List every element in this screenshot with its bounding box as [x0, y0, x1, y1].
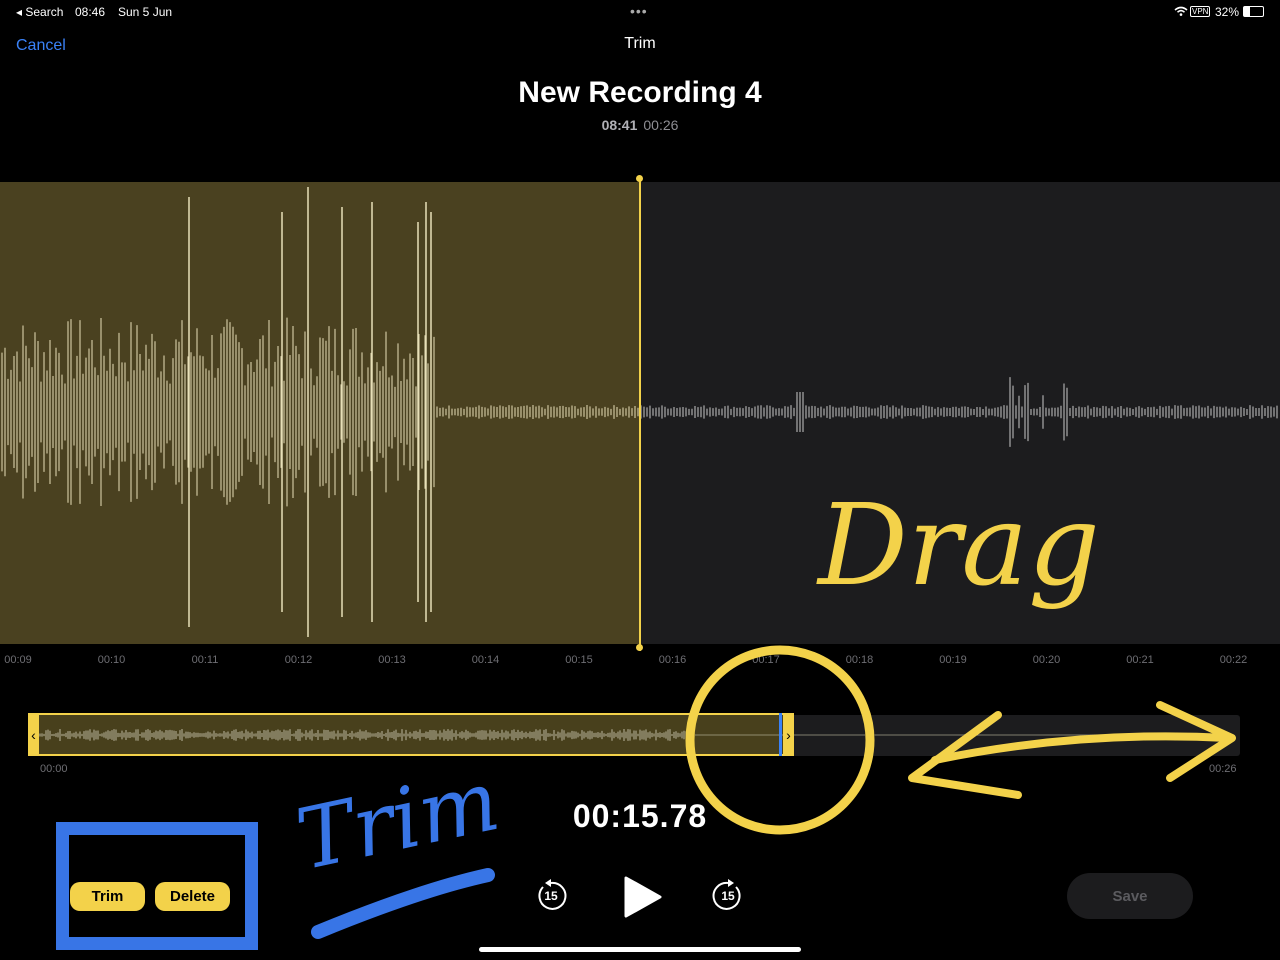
annotation-double-arrow-icon	[908, 701, 1236, 799]
annotation-drag-text: Drag	[818, 481, 1100, 611]
annotation-circle	[685, 645, 875, 835]
annotation-blue-underline	[311, 868, 495, 939]
annotation-overlay	[311, 645, 1236, 939]
